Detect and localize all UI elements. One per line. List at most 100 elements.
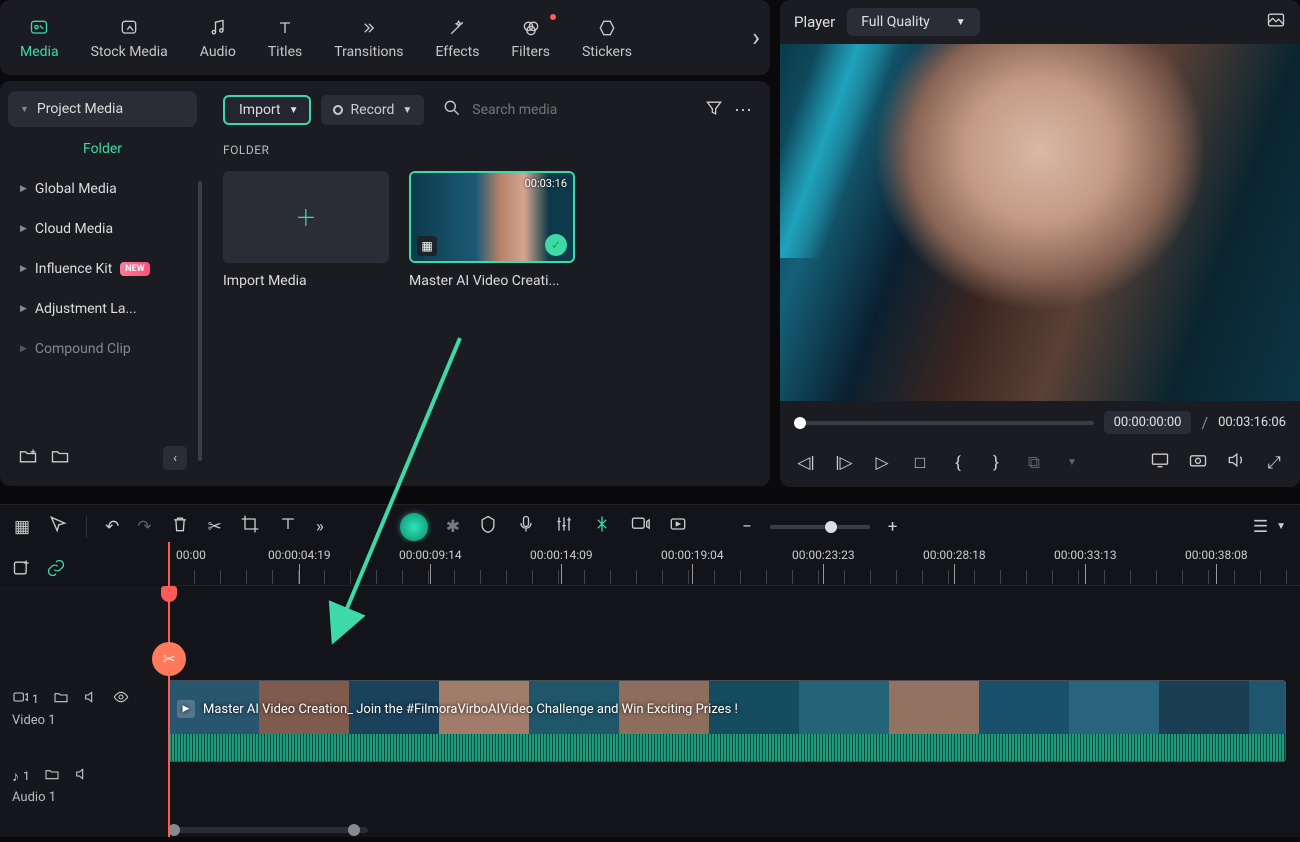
- player-progress-knob[interactable]: [794, 417, 806, 429]
- media-clip-thumbnail[interactable]: 00:03:16 ▦ ✓: [409, 171, 575, 263]
- caret-right-icon: ▶: [20, 264, 27, 274]
- cut-marker[interactable]: ✂: [152, 642, 186, 676]
- chevron-down-icon[interactable]: ▼: [1060, 457, 1084, 468]
- chevron-down-icon: ▼: [956, 17, 966, 28]
- tab-effects[interactable]: Effects: [435, 16, 479, 60]
- visibility-icon[interactable]: [113, 689, 129, 709]
- auto-beat-icon[interactable]: [592, 514, 612, 539]
- player-label: Player: [794, 13, 835, 31]
- import-button[interactable]: Import ▼: [223, 95, 311, 125]
- record-screen-icon[interactable]: [630, 514, 650, 539]
- aspect-icon[interactable]: ⧉: [1022, 453, 1046, 473]
- import-media-button[interactable]: +: [223, 171, 389, 263]
- stop-icon[interactable]: □: [908, 453, 932, 473]
- sidebar-item-global-media[interactable]: ▶ Global Media: [8, 171, 197, 207]
- tab-titles[interactable]: Titles: [268, 16, 302, 60]
- voiceover-icon[interactable]: [516, 514, 536, 539]
- add-track-icon[interactable]: [12, 558, 32, 582]
- tab-stickers-label: Stickers: [582, 44, 632, 60]
- undo-icon[interactable]: ↶: [105, 517, 119, 537]
- text-tool-icon[interactable]: [278, 514, 298, 539]
- zoom-out-icon[interactable]: −: [742, 517, 752, 537]
- player-panel: Player Full Quality ▼ 00:00:00:00 / 00:0…: [780, 0, 1300, 487]
- chevron-down-icon: ▼: [402, 105, 412, 116]
- split-icon[interactable]: ✂: [208, 517, 222, 537]
- media-content-area: Import ▼ Record ▼ ⋯ FOLDER +: [205, 81, 770, 486]
- fullscreen-icon[interactable]: ⤢: [1262, 453, 1286, 473]
- play-icon[interactable]: ▷: [870, 453, 894, 473]
- sidebar-item-adjustment-layer[interactable]: ▶ Adjustment La...: [8, 291, 197, 327]
- speed-icon[interactable]: ✱: [446, 517, 460, 537]
- chevron-down-icon[interactable]: ▼: [1276, 521, 1286, 532]
- new-folder-icon[interactable]: [18, 446, 38, 470]
- zoom-slider[interactable]: [770, 525, 870, 529]
- search-input[interactable]: [472, 102, 686, 118]
- sidebar-scrollbar[interactable]: [198, 181, 202, 461]
- sidebar-item-folder[interactable]: Folder: [8, 131, 197, 167]
- player-quality-select[interactable]: Full Quality ▼: [847, 8, 979, 36]
- video-track-header[interactable]: 1 Video 1: [0, 681, 168, 736]
- audio-track-header[interactable]: ♪1 Audio 1: [0, 758, 168, 813]
- playhead[interactable]: [168, 542, 170, 837]
- sidebar-item-project-media[interactable]: ▼ Project Media: [8, 91, 197, 127]
- video-track-label: Video 1: [12, 713, 156, 728]
- record-button[interactable]: Record ▼: [321, 95, 425, 125]
- delete-icon[interactable]: [170, 514, 190, 539]
- step-forward-icon[interactable]: |▷: [832, 453, 856, 473]
- mute-icon[interactable]: [83, 689, 99, 709]
- filmstrip-icon: ▦: [417, 236, 437, 256]
- clip-title: Master AI Video Creation_ Join the #Film…: [203, 702, 738, 717]
- lock-icon[interactable]: [53, 689, 69, 709]
- ai-tools-button[interactable]: [400, 513, 428, 541]
- check-icon: ✓: [545, 234, 567, 256]
- track-view-icon[interactable]: ☰: [1253, 517, 1268, 537]
- zoom-in-icon[interactable]: +: [888, 517, 898, 537]
- ruler-mark: 00:00:38:08: [1185, 548, 1248, 562]
- tab-audio[interactable]: Audio: [200, 16, 236, 60]
- sidebar-item-influence-kit[interactable]: ▶ Influence Kit NEW: [8, 251, 197, 287]
- tab-media[interactable]: Media: [20, 16, 59, 60]
- grid-icon[interactable]: ▦: [14, 517, 30, 537]
- more-icon[interactable]: ⋯: [734, 100, 752, 121]
- timeline-horizontal-scroll[interactable]: [168, 825, 368, 835]
- sidebar-item-compound-clip[interactable]: ▶ Compound Clip: [8, 331, 197, 367]
- timeline-clip[interactable]: ▶ Master AI Video Creation_ Join the #Fi…: [168, 680, 1286, 762]
- filter-icon[interactable]: [704, 98, 724, 123]
- link-icon[interactable]: [46, 558, 66, 582]
- sidebar-adjustment-label: Adjustment La...: [35, 301, 137, 317]
- crop-icon[interactable]: [240, 514, 260, 539]
- audio-mixer-icon[interactable]: [554, 514, 574, 539]
- titles-icon: [273, 16, 297, 40]
- player-progress-track[interactable]: [794, 421, 1094, 425]
- record-dot-icon: [333, 105, 343, 115]
- volume-icon[interactable]: [1224, 450, 1248, 475]
- expand-tools-icon[interactable]: »: [316, 517, 324, 537]
- step-back-icon[interactable]: ◁|: [794, 453, 818, 473]
- tab-transitions[interactable]: Transitions: [334, 16, 403, 60]
- tab-stickers[interactable]: Stickers: [582, 16, 632, 60]
- camera-icon[interactable]: [1186, 450, 1210, 475]
- zoom-slider-knob[interactable]: [825, 521, 837, 533]
- keyframe-icon[interactable]: [668, 514, 688, 539]
- ruler-mark: 00:00:33:13: [1054, 548, 1117, 562]
- collapse-sidebar-button[interactable]: ‹: [163, 446, 187, 470]
- new-bin-icon[interactable]: [50, 446, 70, 470]
- redo-icon[interactable]: ↷: [137, 517, 151, 537]
- snapshot-icon[interactable]: [1266, 10, 1286, 35]
- player-viewport[interactable]: [780, 44, 1300, 401]
- mark-out-icon[interactable]: }: [984, 453, 1008, 473]
- tab-effects-label: Effects: [435, 44, 479, 60]
- display-icon[interactable]: [1148, 450, 1172, 475]
- tabs-scroll-right[interactable]: ›: [752, 23, 760, 53]
- video-track-number: 1: [32, 692, 39, 706]
- mute-icon[interactable]: [74, 766, 90, 786]
- lock-icon[interactable]: [44, 766, 60, 786]
- tab-filters[interactable]: Filters: [511, 16, 550, 60]
- tab-stock-media[interactable]: Stock Media: [91, 16, 168, 60]
- sidebar-item-cloud-media[interactable]: ▶ Cloud Media: [8, 211, 197, 247]
- ruler-mark: 00:00:04:19: [268, 548, 331, 562]
- scroll-handle-right[interactable]: [348, 824, 360, 836]
- marker-icon[interactable]: [478, 514, 498, 539]
- select-tool-icon[interactable]: [48, 514, 68, 539]
- mark-in-icon[interactable]: {: [946, 453, 970, 473]
